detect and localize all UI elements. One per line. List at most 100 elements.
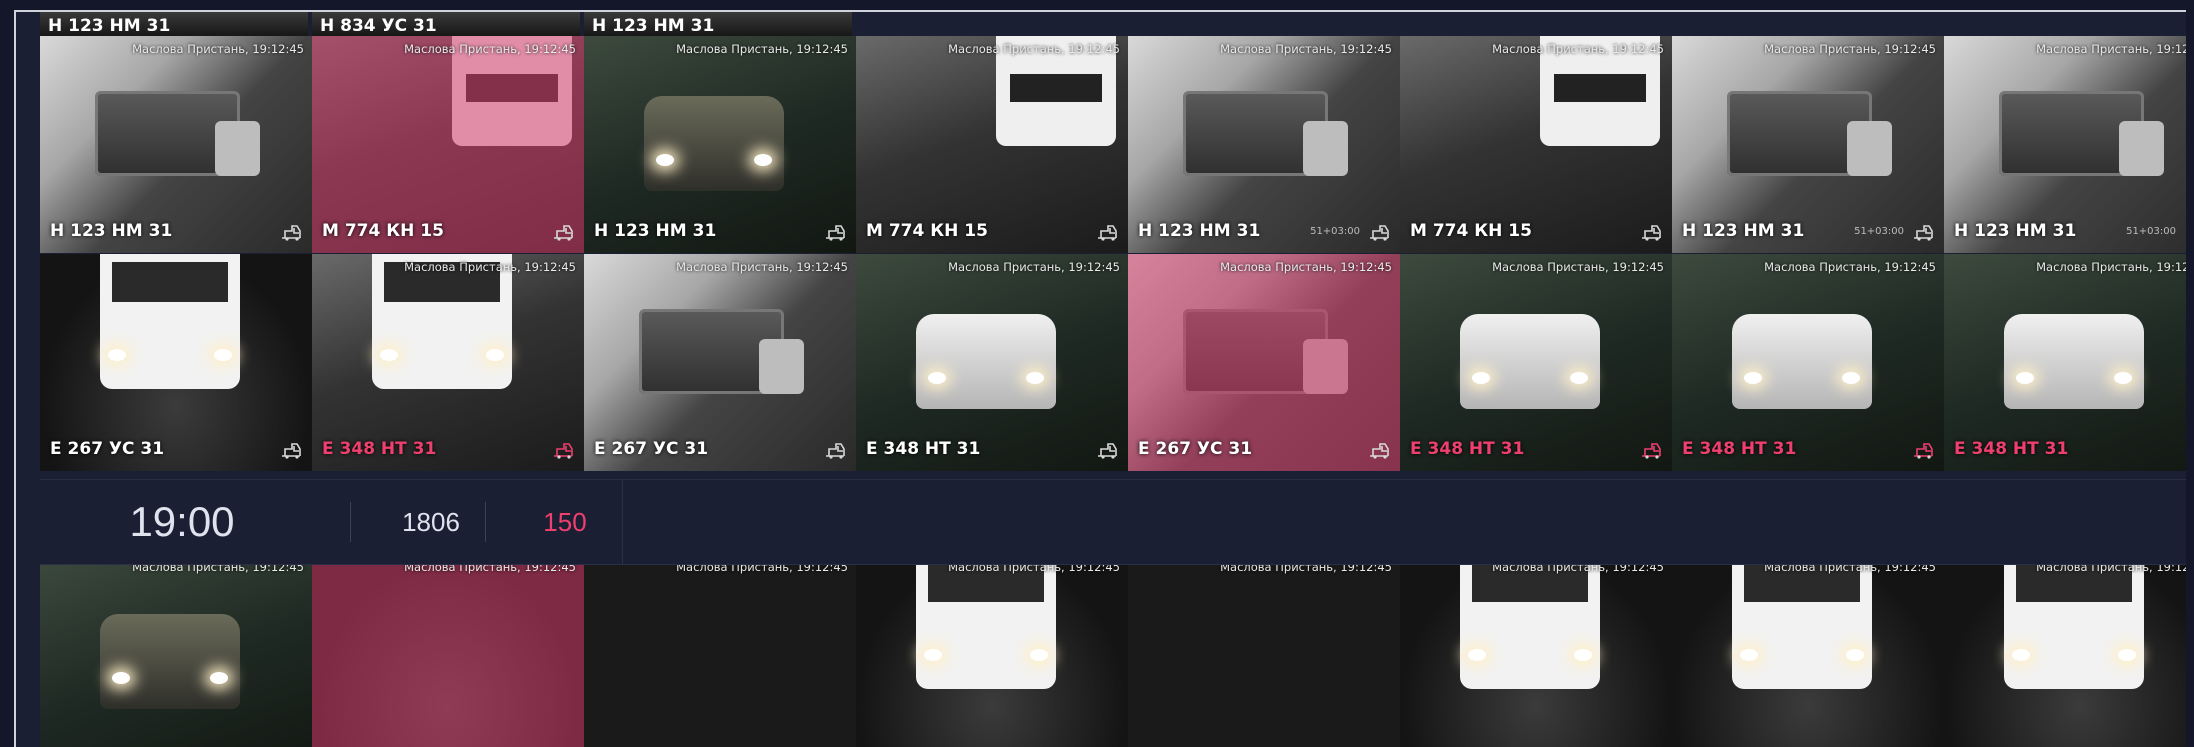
license-plate-label: Н 123 НМ 31 <box>1138 221 1261 241</box>
camera-tile[interactable]: Маслова Пристань, 19:12:45 <box>40 554 312 747</box>
headlight <box>1744 372 1762 384</box>
license-plate-label: Н 123 НМ 31 <box>50 221 173 241</box>
truck-icon <box>1640 223 1664 241</box>
truck-icon <box>552 441 576 459</box>
camera-tile[interactable]: Маслова Пристань, 19:12:45 Е 348 НТ 31 <box>1672 254 1944 471</box>
truck-icon <box>1368 441 1392 459</box>
vehicle-shape <box>372 254 512 389</box>
headlight <box>214 349 232 361</box>
camera-tile[interactable]: Маслова Пристань, 19:12:45 <box>584 554 856 747</box>
camera-tile[interactable]: Маслова Пристань, 19:12:45 Е 348 НТ 31 <box>856 254 1128 471</box>
camera-location-label: Маслова Пристань, 19:12:45 <box>948 260 1120 274</box>
license-plate-label: М 774 КН 15 <box>322 221 444 241</box>
license-plate-label: Е 348 НТ 31 <box>322 439 437 459</box>
license-plate-label: Е 348 НТ 31 <box>1410 439 1525 459</box>
timezone-stamp: 51+03:00 <box>2126 226 2176 237</box>
camera-tile[interactable]: Маслова Пристань, 19:12:45 <box>1400 554 1672 747</box>
camera-location-label: Маслова Пристань, 19:12:45 <box>1220 260 1392 274</box>
vehicle-shape <box>1732 314 1872 409</box>
stats-divider <box>485 502 486 542</box>
license-plate-label: Н 123 НМ 31 <box>594 221 717 241</box>
vehicle-shape <box>644 96 784 191</box>
truck-icon <box>1096 223 1120 241</box>
headlight <box>2118 649 2136 661</box>
license-plate-label: Е 267 УС 31 <box>50 439 165 459</box>
truck-icon <box>552 223 576 241</box>
camera-tile[interactable]: Маслова Пристань, 19:12:45 Н 123 НМ 31 <box>584 36 856 253</box>
camera-tile[interactable]: Маслова Пристань, 19:12:45 Е 348 НТ 31 <box>1400 254 1672 471</box>
camera-tile[interactable]: Маслова Пристань, 19:12:45 <box>856 554 1128 747</box>
headlight <box>1574 649 1592 661</box>
camera-tile[interactable]: Маслова Пристань, 19:12:45 <box>1944 554 2186 747</box>
camera-tile[interactable]: Маслова Пристань, 19:12:45 <box>1672 554 1944 747</box>
headlight <box>2012 649 2030 661</box>
headlight <box>1468 649 1486 661</box>
headlight <box>380 349 398 361</box>
vehicle-shape <box>1183 91 1348 176</box>
truck-icon <box>1912 441 1936 459</box>
stats-divider <box>350 502 351 542</box>
headlight <box>1026 372 1044 384</box>
truck-icon <box>1096 441 1120 459</box>
camera-location-label: Маслова Пристань, 19:12:45 <box>1492 42 1664 56</box>
strip-plate: Н 123 НМ 31 <box>48 16 171 36</box>
camera-location-label: Маслова Пристань, 19:12:45 <box>2036 42 2186 56</box>
total-count: 1806 <box>402 507 460 537</box>
truck-icon <box>2184 223 2186 241</box>
camera-tile[interactable]: Маслова Пристань, 19:12:45 Е 348 НТ 31 <box>1944 254 2186 471</box>
selection-tint <box>312 554 584 747</box>
truck-icon <box>1912 223 1936 241</box>
camera-snapshot <box>584 554 856 747</box>
truck-icon <box>2184 441 2186 459</box>
vehicle-shape <box>2004 554 2144 689</box>
truck-icon <box>280 441 304 459</box>
camera-location-label: Маслова Пристань, 19:12:45 <box>948 42 1120 56</box>
truck-icon <box>1368 223 1392 241</box>
license-plate-label: Е 348 НТ 31 <box>866 439 981 459</box>
camera-location-label: Маслова Пристань, 19:12:45 <box>404 260 576 274</box>
camera-tile[interactable]: Маслова Пристань, 19:12:45 51+03:00 Н 123 … <box>1128 36 1400 253</box>
camera-tile[interactable]: Маслова Пристань, 19:12:45 51+03:00 Н 123 … <box>1944 36 2186 253</box>
vehicle-shape <box>1999 91 2164 176</box>
camera-tile[interactable]: Маслова Пристань, 19:12:45 Н 123 НМ 31 <box>40 36 312 253</box>
headlight <box>924 649 942 661</box>
camera-tile[interactable]: Маслова Пристань, 19:12:45 Е 348 НТ 31 <box>312 254 584 471</box>
license-plate-label: Е 348 НТ 31 <box>1954 439 2069 459</box>
headlight <box>486 349 504 361</box>
license-plate-label: Е 348 НТ 31 <box>1682 439 1797 459</box>
camera-snapshot <box>1128 554 1400 747</box>
stats-separator <box>622 480 623 564</box>
camera-tile[interactable]: Маслова Пристань, 19:12:45 <box>1128 554 1400 747</box>
camera-tile[interactable]: Маслова Пристань, 19:12:45 М 774 КН 15 <box>1400 36 1672 253</box>
license-plate-label: Н 123 НМ 31 <box>1682 221 1805 241</box>
headlight <box>210 672 228 684</box>
license-plate-label: М 774 КН 15 <box>1410 221 1532 241</box>
monitoring-frame: Н 123 НМ 31 Н 834 УС 31 Н 123 НМ 31 Масл… <box>14 10 2186 747</box>
headlight <box>1846 649 1864 661</box>
camera-tile[interactable]: Маслова Пристань, 19:12:45 М 774 КН 15 <box>856 36 1128 253</box>
vehicle-shape <box>95 91 260 176</box>
vehicle-shape <box>100 614 240 709</box>
headlight <box>1570 372 1588 384</box>
truck-icon <box>1640 441 1664 459</box>
camera-location-label: Маслова Пристань, 19:12:45 <box>404 42 576 56</box>
camera-tile[interactable]: Е 267 УС 31 <box>40 254 312 471</box>
vehicle-shape <box>2004 314 2144 409</box>
vehicle-shape <box>916 314 1056 409</box>
camera-tile[interactable]: Маслова Пристань, 19:12:45 М 774 КН 15 <box>312 36 584 253</box>
vehicle-shape <box>639 309 804 394</box>
camera-tile[interactable]: Маслова Пристань, 19:12:45 51+03:00 Н 123 … <box>1672 36 1944 253</box>
headlight <box>108 349 126 361</box>
camera-location-label: Маслова Пристань, 19:12:45 <box>1764 260 1936 274</box>
headlight <box>2114 372 2132 384</box>
headlight <box>1740 649 1758 661</box>
camera-location-label: Маслова Пристань, 19:12:45 <box>1764 42 1936 56</box>
camera-tile[interactable]: Маслова Пристань, 19:12:45 Е 267 УС 31 <box>1128 254 1400 471</box>
strip-plate: Н 834 УС 31 <box>320 16 437 36</box>
camera-tile[interactable]: Маслова Пристань, 19:12:45 Е 267 УС 31 <box>584 254 856 471</box>
timezone-stamp: 51+03:00 <box>1310 226 1360 237</box>
camera-tile[interactable]: Маслова Пристань, 19:12:45 <box>312 554 584 747</box>
timezone-stamp: 51+03:00 <box>1854 226 1904 237</box>
headlight <box>656 154 674 166</box>
camera-location-label: Маслова Пристань, 19:12:45 <box>1492 260 1664 274</box>
